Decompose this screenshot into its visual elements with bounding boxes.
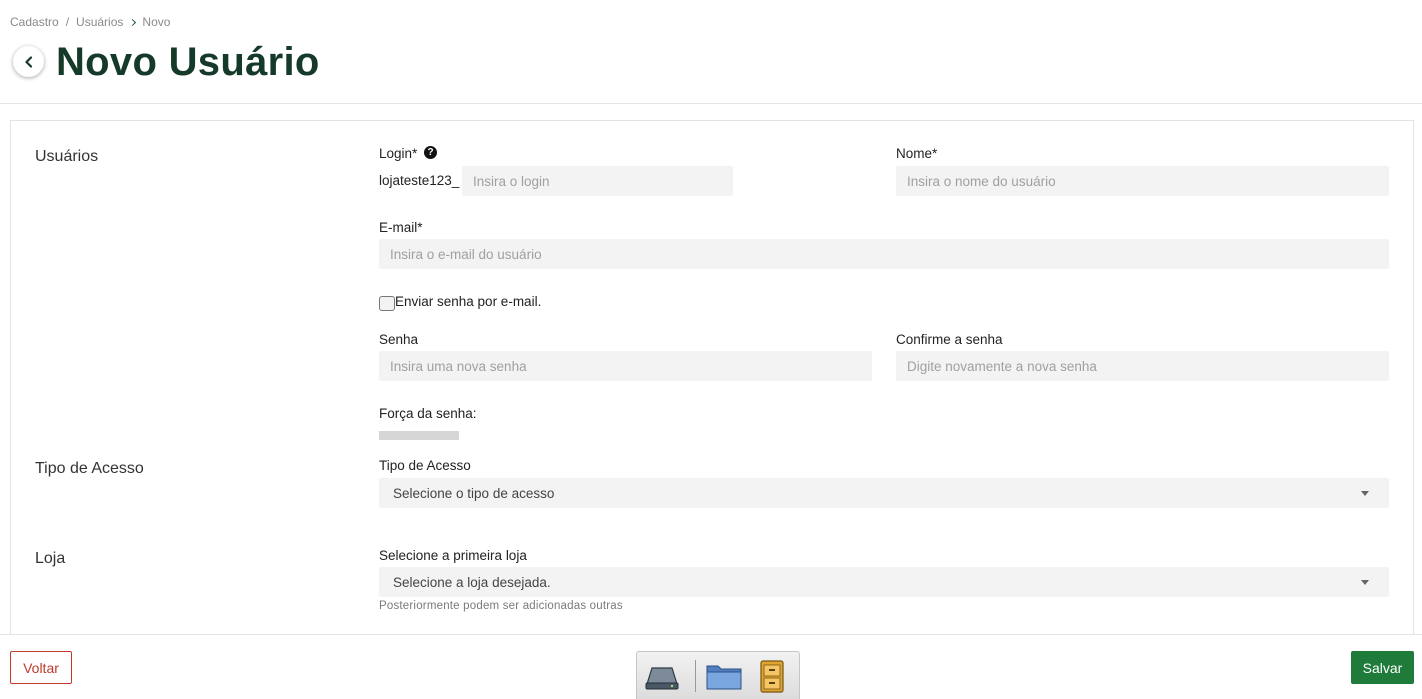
caret-down-icon xyxy=(1361,580,1369,585)
tipo-acesso-value: Selecione o tipo de acesso xyxy=(393,485,555,501)
loja-hint: Posteriormente podem ser adicionadas out… xyxy=(379,600,623,612)
breadcrumb-usuarios[interactable]: Usuários xyxy=(76,15,123,29)
loja-select[interactable]: Selecione a loja desejada. xyxy=(379,567,1389,597)
file-cabinet-icon[interactable] xyxy=(751,658,793,694)
section-label-usuarios: Usuários xyxy=(35,148,99,165)
login-prefix: lojateste123_ xyxy=(379,173,460,188)
confirm-senha-label: Confirme a senha xyxy=(896,332,1003,347)
login-input[interactable] xyxy=(462,166,733,196)
login-label: Login* xyxy=(379,146,418,161)
email-input[interactable] xyxy=(379,239,1389,269)
help-icon[interactable]: ? xyxy=(424,146,437,159)
page-title: Novo Usuário xyxy=(56,40,320,84)
taskbar-dock xyxy=(636,651,800,699)
nome-label: Nome* xyxy=(896,146,938,161)
section-label-tipo-acesso: Tipo de Acesso xyxy=(35,460,144,477)
send-password-checkbox[interactable] xyxy=(379,296,395,311)
salvar-button[interactable]: Salvar xyxy=(1351,651,1414,684)
loja-label: Selecione a primeira loja xyxy=(379,548,527,563)
breadcrumb-cadastro[interactable]: Cadastro xyxy=(10,15,59,29)
tipo-acesso-label: Tipo de Acesso xyxy=(379,458,471,473)
tipo-acesso-select[interactable]: Selecione o tipo de acesso xyxy=(379,478,1389,508)
header-divider xyxy=(0,103,1422,104)
send-password-label: Enviar senha por e-mail. xyxy=(395,294,542,309)
drive-icon[interactable] xyxy=(641,658,683,694)
nome-input[interactable] xyxy=(896,166,1389,196)
folder-icon[interactable] xyxy=(703,658,745,694)
email-label: E-mail* xyxy=(379,220,423,235)
senha-input[interactable] xyxy=(379,351,872,381)
chevron-left-icon xyxy=(24,55,32,68)
breadcrumb-novo: Novo xyxy=(142,15,171,29)
chevron-right-icon xyxy=(129,18,137,26)
breadcrumb: Cadastro / Usuários Novo xyxy=(10,15,170,29)
password-strength-bar xyxy=(379,431,459,440)
breadcrumb-separator: / xyxy=(65,15,70,29)
caret-down-icon xyxy=(1361,491,1369,496)
section-label-loja: Loja xyxy=(35,550,66,567)
loja-value: Selecione a loja desejada. xyxy=(393,574,551,590)
senha-label: Senha xyxy=(379,332,419,347)
back-button[interactable] xyxy=(13,46,44,77)
dock-separator xyxy=(695,660,696,692)
password-strength-label: Força da senha: xyxy=(379,406,477,421)
voltar-button[interactable]: Voltar xyxy=(10,651,72,684)
confirm-senha-input[interactable] xyxy=(896,351,1389,381)
